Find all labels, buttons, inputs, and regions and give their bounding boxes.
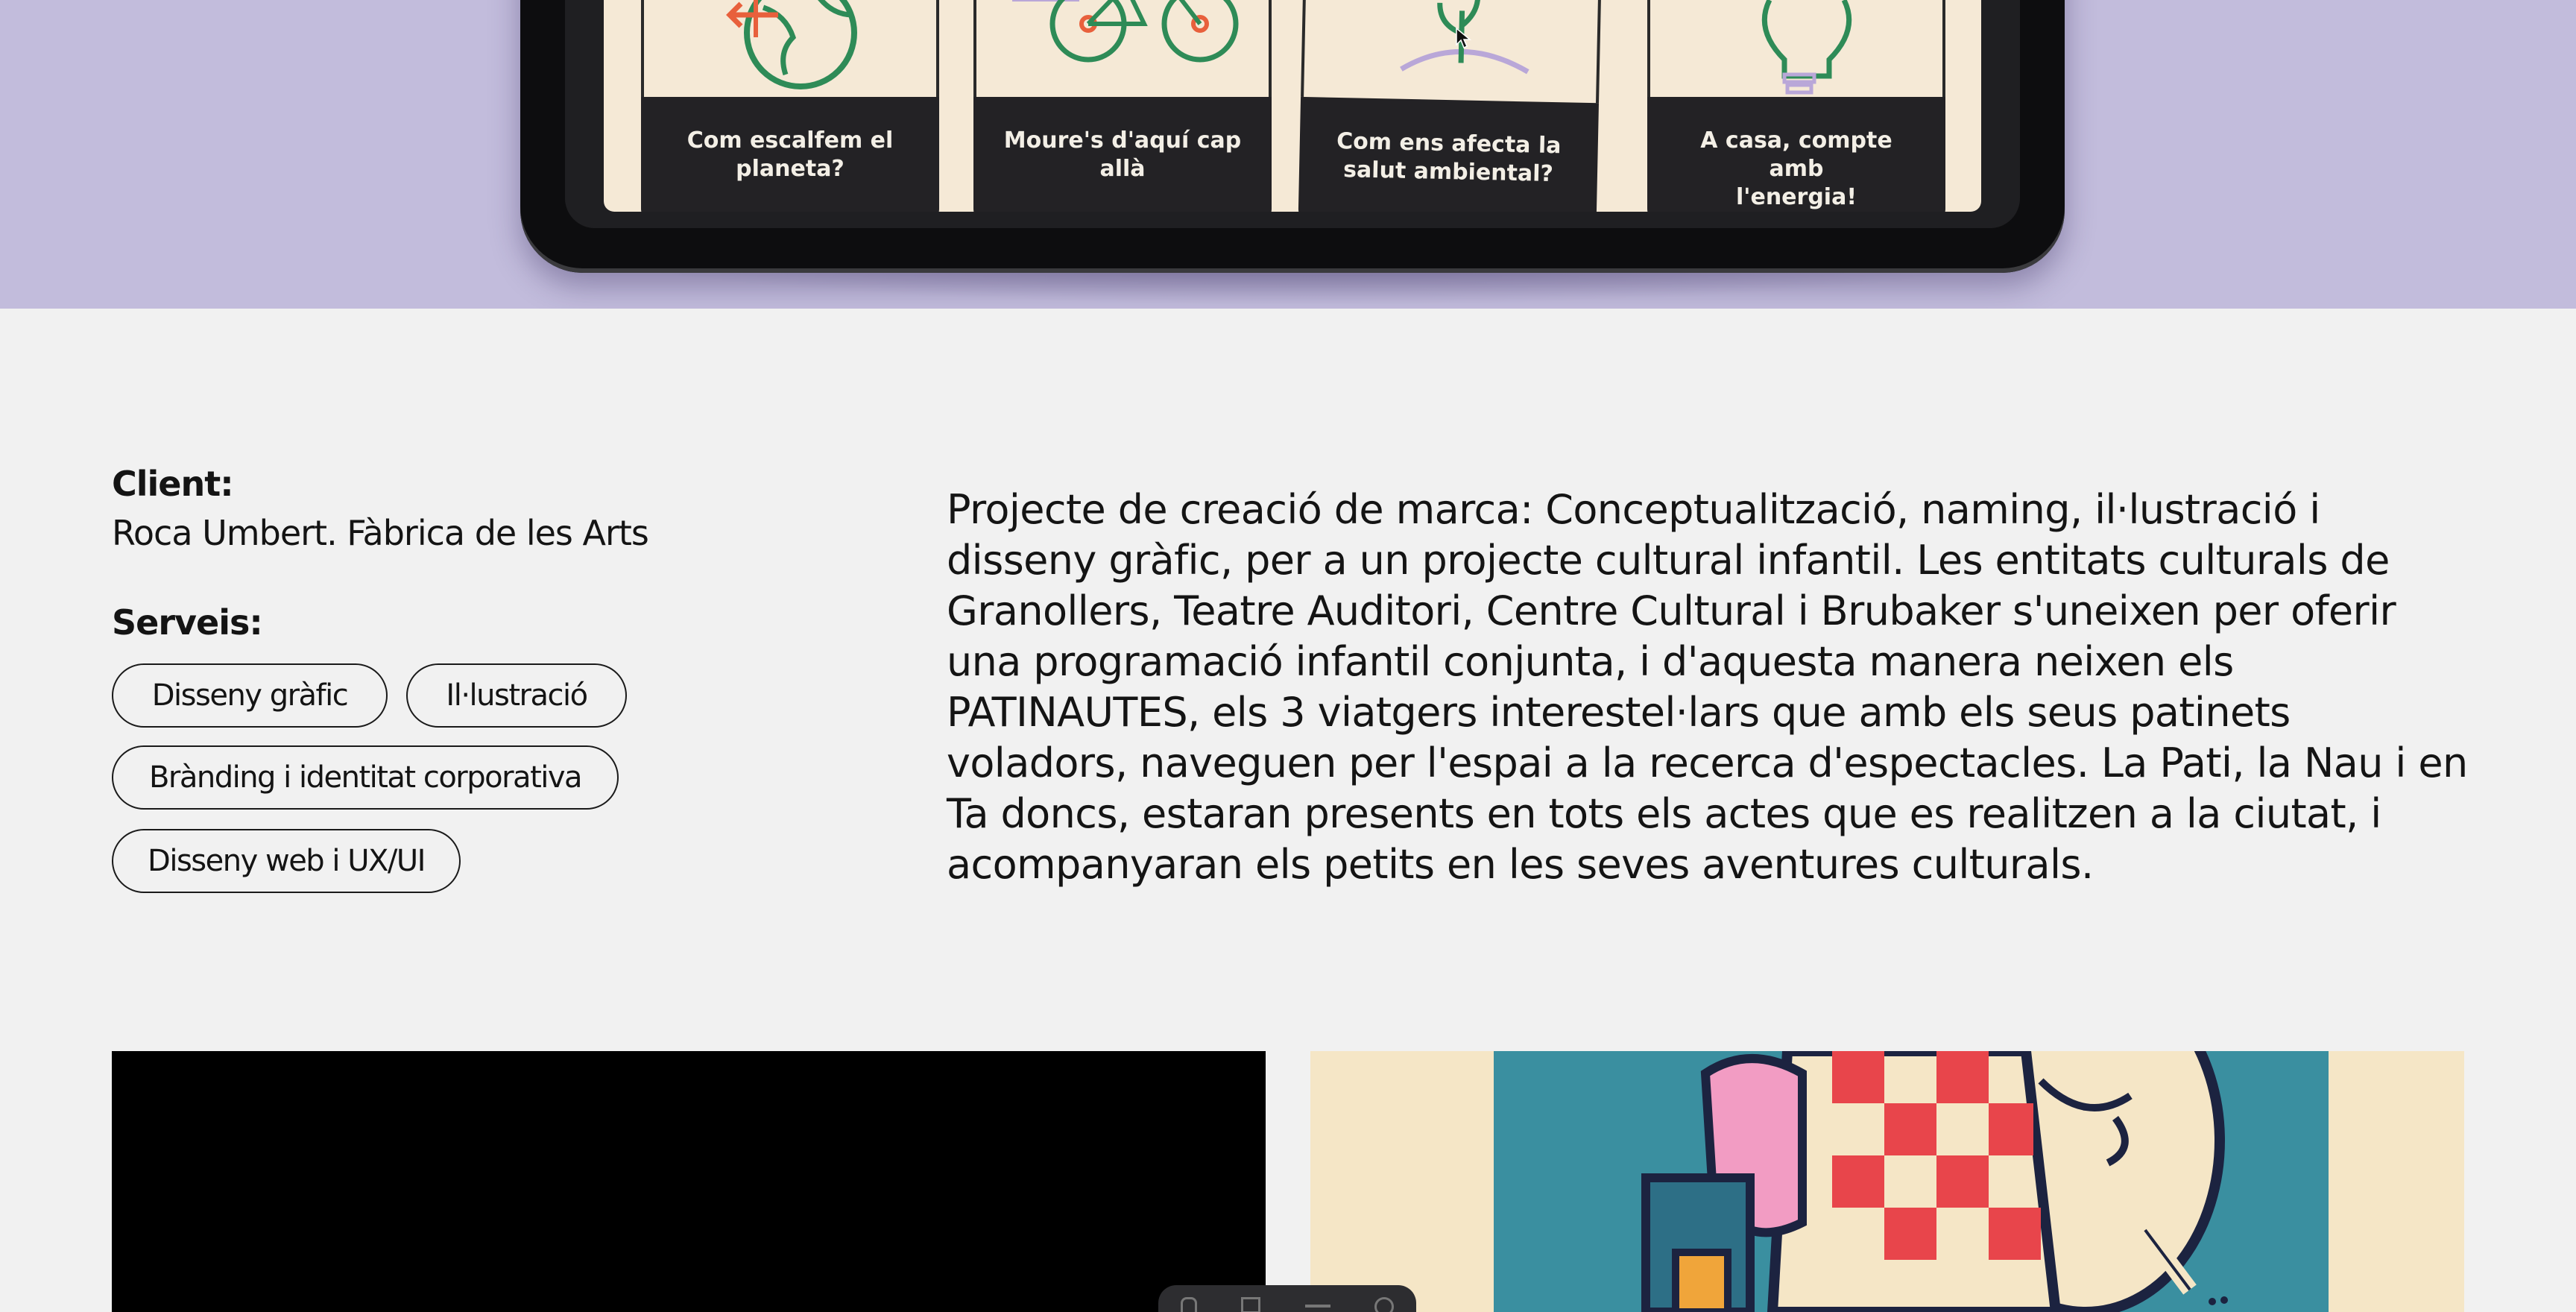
mouse-cursor-icon: [1456, 27, 1472, 49]
bicycle-icon: [1012, 0, 1239, 63]
card-caption: Moure's d'aquí cap allà: [973, 97, 1272, 212]
settings-icon[interactable]: [1374, 1297, 1395, 1312]
patinautes-illustration: [1310, 1051, 2464, 1312]
service-chip-graphic-design[interactable]: Disseny gràfic: [112, 663, 388, 728]
caption-line: salut ambiental?: [1342, 157, 1554, 188]
caption-line: Com ens afecta la: [1336, 127, 1562, 160]
hand-icon[interactable]: [1180, 1297, 1197, 1312]
video-controls-bar: [1158, 1285, 1416, 1312]
topic-card-health[interactable]: Com ens afecta la salut ambiental?: [1298, 0, 1604, 212]
client-value: Roca Umbert. Fàbrica de les Arts: [112, 513, 649, 553]
card-caption: Com ens afecta la salut ambiental?: [1298, 96, 1600, 212]
card-illustration: [641, 0, 939, 97]
caption-icon[interactable]: [1304, 1305, 1330, 1308]
hero-tablet-mockup: Com escalfem el planeta? Moure's d'aquí …: [0, 0, 2576, 309]
lightbulb-icon: [1761, 0, 1852, 95]
card-illustration: [1647, 0, 1945, 97]
topic-card-energy[interactable]: A casa, compte amb l'energia!: [1647, 0, 1945, 212]
card-illustration: [1301, 0, 1604, 104]
service-chip-branding[interactable]: Brànding i identitat corporativa: [112, 745, 619, 810]
globe-thermometer-icon: [726, 0, 857, 89]
card-caption: Com escalfem el planeta?: [641, 97, 939, 212]
client-label: Client:: [112, 464, 234, 504]
card-caption: A casa, compte amb l'energia!: [1647, 97, 1945, 212]
project-description: Projecte de creació de marca: Conceptual…: [947, 486, 2468, 888]
caption-line: Moure's d'aquí cap: [1003, 127, 1242, 154]
tablet-screen: Com escalfem el planeta? Moure's d'aquí …: [604, 0, 1981, 212]
caption-line: l'energia!: [1736, 184, 1857, 210]
character-illustration: [1494, 1051, 2329, 1312]
service-chip-web-ux[interactable]: Disseny web i UX/UI: [112, 829, 461, 893]
service-chip-illustration[interactable]: Il·lustració: [406, 663, 627, 728]
caption-line: Com escalfem el: [686, 127, 894, 154]
caption-line: allà: [1099, 156, 1146, 182]
project-video[interactable]: [112, 1051, 1266, 1312]
tablet-bezel: Com escalfem el planeta? Moure's d'aquí …: [565, 0, 2020, 228]
caption-line: A casa, compte amb: [1700, 127, 1892, 182]
caption-line: planeta?: [736, 156, 845, 182]
clapper-icon[interactable]: [1241, 1297, 1261, 1312]
card-illustration: [973, 0, 1272, 97]
topic-card-climate[interactable]: Com escalfem el planeta?: [641, 0, 939, 212]
tablet-frame: Com escalfem el planeta? Moure's d'aquí …: [520, 0, 2065, 273]
services-label: Serveis:: [112, 602, 263, 643]
topic-card-mobility[interactable]: Moure's d'aquí cap allà: [973, 0, 1272, 212]
sprout-icon: [1400, 0, 1530, 75]
